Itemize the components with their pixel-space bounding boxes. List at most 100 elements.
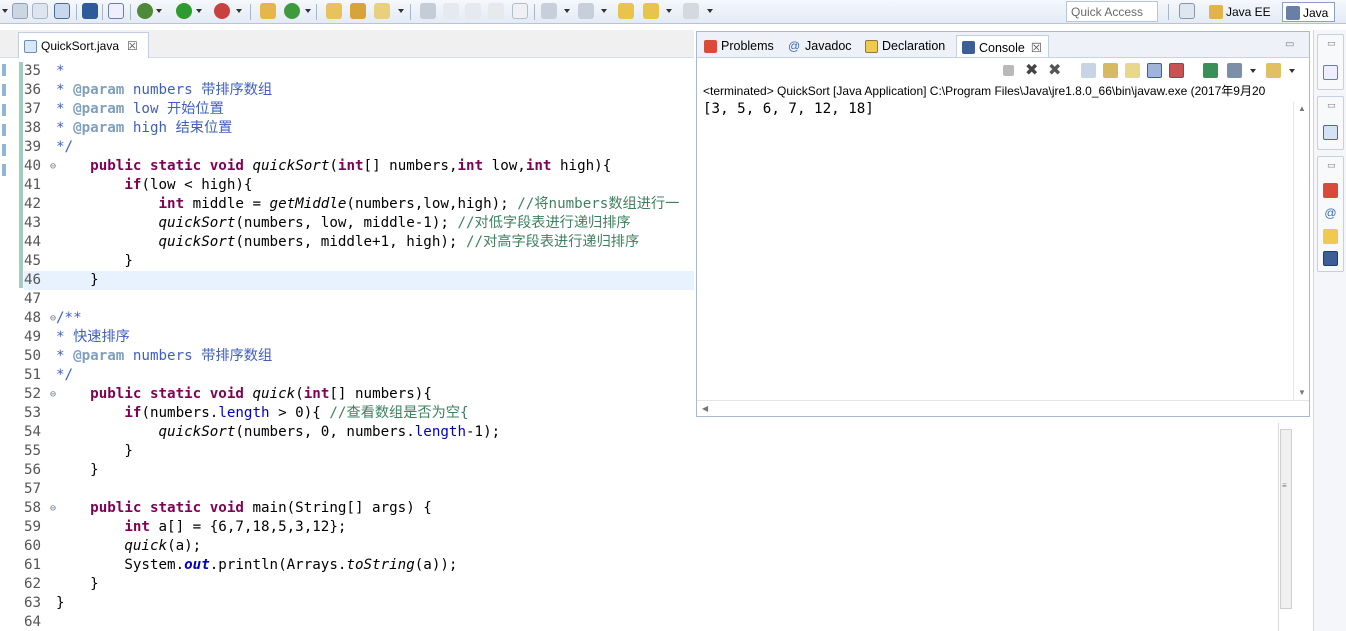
editor-tab-quicksort[interactable]: QuickSort.java ☒ — [18, 32, 149, 58]
declaration-icon[interactable] — [1323, 229, 1338, 244]
fold-toggle-icon[interactable]: ⊖ — [50, 157, 56, 176]
perspective-java-ee[interactable]: Java EE — [1206, 2, 1277, 22]
close-icon[interactable]: ☒ — [127, 39, 138, 53]
code-line[interactable]: 44 quickSort(numbers, middle+1, high); /… — [24, 233, 694, 252]
problems-icon[interactable] — [1323, 183, 1338, 198]
tab-problems[interactable]: Problems — [699, 35, 780, 57]
code-line[interactable]: 51 */ — [24, 366, 694, 385]
code-line[interactable]: 43 quickSort(numbers, low, middle-1); //… — [24, 214, 694, 233]
code-line[interactable]: 37 * @param low 开始位置 — [24, 100, 694, 119]
perspective-java[interactable]: Java — [1282, 2, 1336, 22]
terminate-icon[interactable] — [1003, 65, 1014, 76]
annotation-icon[interactable] — [420, 3, 436, 19]
show-on-stdout-icon[interactable] — [1147, 63, 1162, 78]
open-perspective-icon[interactable] — [1179, 3, 1195, 19]
save-icon[interactable] — [12, 3, 28, 19]
next-annotation-icon[interactable] — [541, 3, 557, 19]
hierarchy-icon[interactable] — [1323, 125, 1338, 140]
code-line[interactable]: 54 quickSort(numbers, 0, numbers.length-… — [24, 423, 694, 442]
code-line[interactable]: 46 } — [24, 271, 694, 290]
show-on-stderr-icon[interactable] — [1169, 63, 1184, 78]
code-line[interactable]: 38 * @param high 结束位置 — [24, 119, 694, 138]
back-dropdown-icon[interactable] — [666, 9, 672, 13]
code-line[interactable]: 40 ⊖ public static void quickSort(int[] n… — [24, 157, 694, 176]
open-console-dropdown-icon[interactable] — [1289, 69, 1295, 73]
word-wrap-icon[interactable] — [1125, 63, 1140, 78]
editor-scrollbar[interactable]: ≡ — [1278, 423, 1293, 631]
open-console-icon[interactable] — [82, 3, 98, 19]
tab-declaration[interactable]: Declaration — [860, 35, 951, 57]
new-class-icon[interactable] — [284, 3, 300, 19]
fold-toggle-icon[interactable]: ⊖ — [50, 499, 56, 518]
restore-icon[interactable]: ▭ — [1327, 38, 1336, 49]
external-tools-dropdown-icon[interactable] — [236, 9, 242, 13]
minimize-icon[interactable]: ▭ — [1285, 39, 1294, 50]
show-whitespace-icon[interactable] — [512, 3, 528, 19]
code-line[interactable]: 57 — [24, 480, 694, 499]
code-line[interactable]: 56 } — [24, 461, 694, 480]
restore-icon[interactable]: ▭ — [1327, 100, 1336, 111]
search-icon[interactable] — [350, 3, 366, 19]
pencil-icon[interactable] — [374, 3, 390, 19]
code-line[interactable]: 63} — [24, 594, 694, 613]
next-annotation-dropdown-icon[interactable] — [564, 9, 570, 13]
code-line[interactable]: 58 ⊖ public static void main(String[] arg… — [24, 499, 694, 518]
debug-icon[interactable] — [137, 3, 153, 19]
code-editor[interactable]: 35 * 36 * @param numbers 带排序数组 37 * @param lo… — [24, 62, 694, 631]
code-line[interactable]: 35 * — [24, 62, 694, 81]
scroll-left-icon[interactable]: ◀ — [702, 404, 708, 413]
clear-console-icon[interactable] — [1081, 63, 1096, 78]
code-line[interactable]: 64 — [24, 613, 694, 631]
close-icon[interactable]: ☒ — [1031, 41, 1042, 55]
scroll-up-icon[interactable]: ▲ — [1298, 104, 1306, 113]
quick-access-input[interactable]: Quick Access — [1066, 1, 1158, 22]
print-icon[interactable] — [54, 3, 70, 19]
console-icon[interactable] — [1323, 251, 1338, 266]
word-wrap-icon[interactable] — [488, 3, 504, 19]
code-line[interactable]: 42 int middle = getMiddle(numbers,low,hi… — [24, 195, 694, 214]
code-line[interactable]: 45 } — [24, 252, 694, 271]
run-dropdown-icon[interactable] — [196, 9, 202, 13]
fold-toggle-icon[interactable]: ⊖ — [50, 385, 56, 404]
forward-icon[interactable] — [683, 3, 699, 19]
back-icon[interactable] — [643, 3, 659, 19]
code-line[interactable]: 39 */ — [24, 138, 694, 157]
code-line[interactable]: 55 } — [24, 442, 694, 461]
display-console-dropdown-icon[interactable] — [1250, 69, 1256, 73]
save-all-icon[interactable] — [32, 3, 48, 19]
tab-javadoc[interactable]: @ Javadoc — [783, 35, 858, 57]
toggle-mark-icon[interactable] — [443, 3, 459, 19]
code-line[interactable]: 47 — [24, 290, 694, 309]
code-line[interactable]: 41 if(low < high){ — [24, 176, 694, 195]
new-java-project-icon[interactable] — [260, 3, 276, 19]
block-selection-icon[interactable] — [465, 3, 481, 19]
open-type-icon[interactable] — [326, 3, 342, 19]
fold-toggle-icon[interactable]: ⊖ — [50, 309, 56, 328]
outline-icon[interactable] — [1323, 65, 1338, 80]
display-console-icon[interactable] — [1227, 63, 1242, 78]
search-dropdown-icon[interactable] — [398, 9, 404, 13]
code-line[interactable]: 61 System.out.println(Arrays.toString(a)… — [24, 556, 694, 575]
last-edit-location-icon[interactable] — [618, 3, 634, 19]
new-dropdown-icon[interactable] — [305, 9, 311, 13]
restore-icon[interactable]: ▭ — [1327, 160, 1336, 171]
code-line[interactable]: 53 if(numbers.length > 0){ //查看数组是否为空{ — [24, 404, 694, 423]
console-output[interactable]: [3, 5, 6, 7, 12, 18] — [703, 101, 874, 117]
code-line[interactable]: 62 } — [24, 575, 694, 594]
debug-dropdown-icon[interactable] — [156, 9, 162, 13]
forward-dropdown-icon[interactable] — [707, 9, 713, 13]
pin-console-icon[interactable] — [1203, 63, 1218, 78]
code-line[interactable]: 49 * 快速排序 — [24, 328, 694, 347]
remove-launch-icon[interactable]: ✖ — [1025, 63, 1040, 79]
code-line[interactable]: 48 ⊖/** — [24, 309, 694, 328]
code-line[interactable]: 52 ⊖ public static void quick(int[] numbe… — [24, 385, 694, 404]
scroll-lock-icon[interactable] — [1103, 63, 1118, 78]
javadoc-icon[interactable]: @ — [1323, 206, 1338, 221]
code-line[interactable]: 36 * @param numbers 带排序数组 — [24, 81, 694, 100]
tab-console[interactable]: Console ☒ — [956, 35, 1050, 57]
prev-annotation-icon[interactable] — [578, 3, 594, 19]
code-line[interactable]: 50 * @param numbers 带排序数组 — [24, 347, 694, 366]
scroll-down-icon[interactable]: ▼ — [1298, 388, 1306, 397]
run-icon[interactable] — [176, 3, 192, 19]
dropdown-arrow-icon[interactable] — [2, 9, 8, 13]
